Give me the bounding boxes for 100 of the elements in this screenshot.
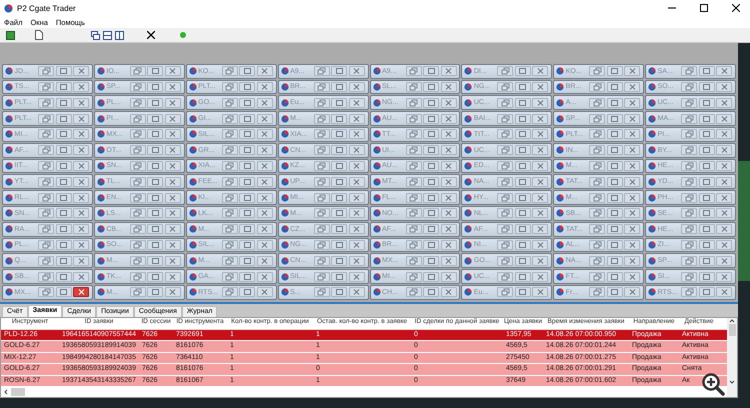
restore-button[interactable] [406, 272, 422, 282]
restore-button[interactable] [38, 240, 54, 250]
restore-button[interactable] [38, 82, 54, 92]
restore-button[interactable] [497, 145, 514, 156]
restore-button[interactable] [497, 256, 514, 266]
restore-button[interactable] [38, 98, 54, 108]
restore-button[interactable] [38, 224, 54, 234]
restore-button[interactable] [589, 129, 606, 140]
restore-button[interactable] [130, 66, 146, 76]
restore-button[interactable] [314, 176, 330, 187]
restore-button[interactable] [497, 129, 514, 140]
restore-button[interactable] [589, 240, 606, 250]
restore-button[interactable] [130, 98, 146, 108]
restore-button[interactable] [222, 224, 238, 234]
restore-button[interactable] [130, 114, 146, 124]
restore-button[interactable] [222, 129, 238, 140]
scroll-left-icon[interactable] [3, 389, 9, 395]
connect-icon[interactable] [4, 29, 16, 41]
restore-button[interactable] [497, 160, 514, 171]
restore-button[interactable] [589, 192, 606, 203]
restore-button[interactable] [130, 82, 146, 92]
restore-button[interactable] [130, 256, 146, 266]
restore-button[interactable] [130, 240, 146, 250]
restore-button[interactable] [589, 287, 606, 298]
restore-button[interactable] [681, 287, 698, 298]
restore-button[interactable] [681, 98, 698, 108]
restore-button[interactable] [222, 114, 238, 124]
restore-button[interactable] [589, 208, 606, 218]
restore-button[interactable] [130, 145, 146, 156]
restore-button[interactable] [314, 145, 330, 156]
restore-button[interactable] [406, 176, 422, 187]
close-icon[interactable] [145, 29, 157, 41]
restore-button[interactable] [497, 82, 514, 92]
scroll-up-icon[interactable] [729, 318, 735, 324]
restore-button[interactable] [222, 176, 238, 187]
restore-button[interactable] [406, 66, 422, 76]
scroll-down-icon[interactable] [729, 379, 735, 385]
restore-button[interactable] [314, 98, 330, 108]
restore-button[interactable] [497, 240, 514, 250]
restore-button[interactable] [497, 208, 514, 218]
restore-button[interactable] [314, 114, 330, 124]
restore-button[interactable] [406, 287, 422, 298]
restore-button[interactable] [406, 98, 422, 108]
restore-button[interactable] [406, 114, 422, 124]
restore-button[interactable] [497, 287, 514, 298]
restore-button[interactable] [38, 176, 54, 187]
restore-button[interactable] [681, 129, 698, 140]
restore-button[interactable] [406, 256, 422, 266]
restore-button[interactable] [406, 129, 422, 140]
restore-button[interactable] [130, 176, 146, 187]
restore-button[interactable] [406, 208, 422, 218]
restore-button[interactable] [681, 208, 698, 218]
restore-button[interactable] [497, 114, 514, 124]
close-button[interactable] [73, 287, 89, 298]
restore-button[interactable] [222, 66, 238, 76]
restore-button[interactable] [314, 129, 330, 140]
restore-button[interactable] [130, 287, 146, 298]
restore-button[interactable] [589, 98, 606, 108]
restore-button[interactable] [38, 208, 54, 218]
restore-button[interactable] [38, 66, 54, 76]
restore-button[interactable] [314, 66, 330, 76]
restore-button[interactable] [38, 287, 54, 298]
restore-button[interactable] [681, 160, 698, 171]
restore-button[interactable] [497, 98, 514, 108]
restore-button[interactable] [497, 272, 514, 282]
restore-button[interactable] [681, 114, 698, 124]
restore-button[interactable] [681, 272, 698, 282]
restore-button[interactable] [681, 176, 698, 187]
restore-button[interactable] [314, 272, 330, 282]
restore-button[interactable] [589, 82, 606, 92]
restore-button[interactable] [314, 208, 330, 218]
restore-button[interactable] [130, 272, 146, 282]
restore-button[interactable] [681, 192, 698, 203]
restore-button[interactable] [406, 160, 422, 171]
restore-button[interactable] [589, 114, 606, 124]
restore-button[interactable] [681, 240, 698, 250]
restore-button[interactable] [589, 256, 606, 266]
restore-button[interactable] [681, 145, 698, 156]
restore-button[interactable] [589, 272, 606, 282]
restore-button[interactable] [222, 208, 238, 218]
restore-button[interactable] [497, 66, 514, 76]
zoom-in-icon[interactable] [701, 372, 725, 396]
restore-button[interactable] [314, 287, 330, 298]
restore-button[interactable] [406, 82, 422, 92]
restore-button[interactable] [222, 82, 238, 92]
restore-button[interactable] [406, 224, 422, 234]
restore-button[interactable] [497, 224, 514, 234]
restore-button[interactable] [38, 145, 54, 156]
restore-button[interactable] [589, 224, 606, 234]
restore-button[interactable] [222, 240, 238, 250]
restore-button[interactable] [314, 160, 330, 171]
restore-button[interactable] [222, 287, 238, 298]
restore-button[interactable] [222, 256, 238, 266]
restore-button[interactable] [222, 98, 238, 108]
restore-button[interactable] [130, 129, 146, 140]
restore-button[interactable] [314, 192, 330, 203]
restore-button[interactable] [681, 224, 698, 234]
restore-button[interactable] [589, 176, 606, 187]
restore-button[interactable] [38, 160, 54, 171]
restore-button[interactable] [589, 66, 606, 76]
